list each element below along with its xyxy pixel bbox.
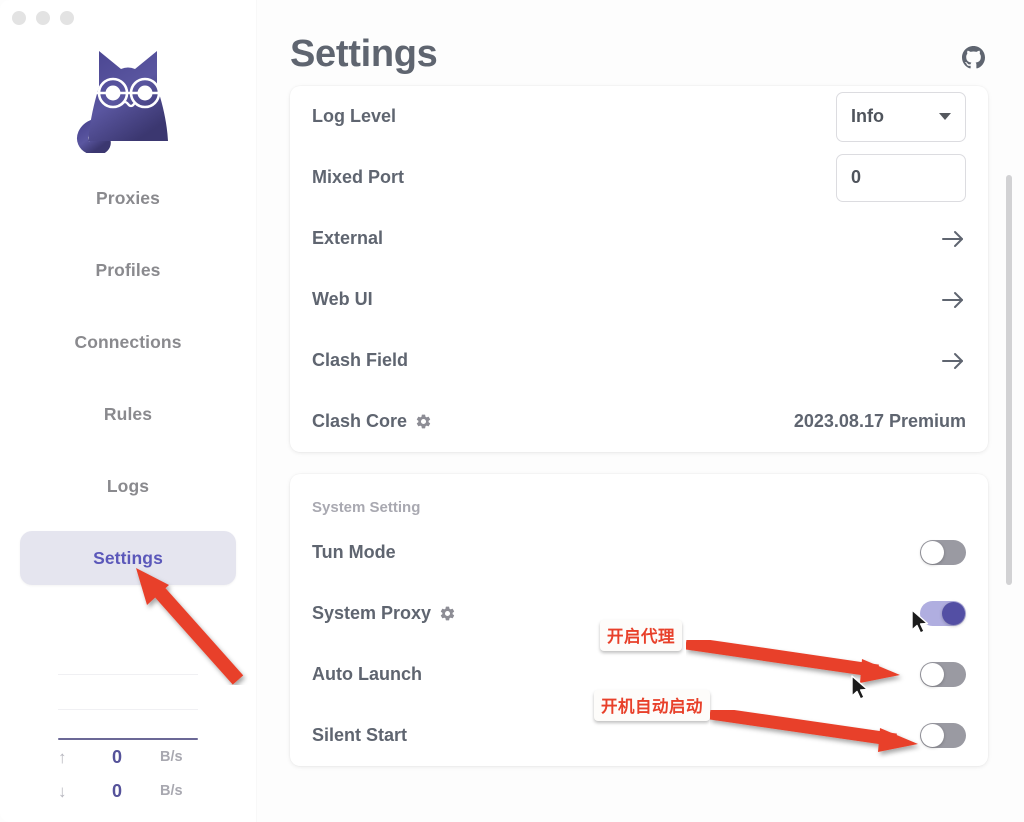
sidebar-item-rules[interactable]: Rules <box>20 387 236 441</box>
clash-setting-card: Log Level Info Mixed Port 0 External Web… <box>290 86 988 452</box>
arrow-right-icon[interactable] <box>940 350 966 372</box>
setting-label: Web UI <box>312 289 373 309</box>
setting-row-system-proxy[interactable]: System Proxy <box>312 583 966 644</box>
download-arrow-icon: ↓ <box>58 781 67 801</box>
setting-row-tun-mode[interactable]: Tun Mode <box>312 522 966 583</box>
sidebar-item-label: Settings <box>93 547 163 568</box>
gear-icon[interactable] <box>439 605 456 622</box>
sidebar: Proxies Profiles Connections Rules Logs … <box>0 0 256 822</box>
download-speed-value: 0 <box>111 780 122 801</box>
gear-icon[interactable] <box>415 413 432 430</box>
toggle-knob <box>921 663 944 686</box>
chevron-down-icon <box>939 113 951 120</box>
mixed-port-value: 0 <box>851 167 862 187</box>
sidebar-item-label: Rules <box>103 403 153 424</box>
cat-logo-icon <box>77 51 168 153</box>
toggle-knob <box>921 724 944 747</box>
gear-glyph <box>440 606 455 621</box>
setting-label: Log Level <box>312 106 397 126</box>
setting-label: Clash Field <box>312 350 409 370</box>
setting-label: Silent Start <box>312 725 408 745</box>
window-minimize-button[interactable] <box>36 11 50 25</box>
setting-label: Tun Mode <box>312 542 396 562</box>
system-setting-section-label: System Setting <box>312 498 421 516</box>
github-icon[interactable] <box>958 42 988 72</box>
arrow-right-icon[interactable] <box>940 228 966 250</box>
arrow-right-glyph <box>942 291 963 308</box>
log-level-value: Info <box>851 106 884 126</box>
upload-speed-value: 0 <box>111 746 122 767</box>
traffic-panel: ↑ 0 B/s ↓ 0 B/s <box>0 644 256 822</box>
setting-label: Clash Core <box>312 411 432 432</box>
page-title: Settings <box>290 33 438 75</box>
sidebar-item-logs[interactable]: Logs <box>20 459 236 513</box>
arrow-right-icon[interactable] <box>940 289 966 311</box>
download-speed-unit: B/s <box>160 783 183 799</box>
toggle-knob <box>942 602 965 625</box>
main-content: Settings Log Level Info Mixed Port 0 Ext… <box>256 0 1024 822</box>
upload-speed-row: ↑ 0 B/s <box>0 740 256 774</box>
sidebar-item-profiles[interactable]: Profiles <box>20 243 236 297</box>
setting-label: System Proxy <box>312 603 456 624</box>
setting-label: External <box>312 228 384 248</box>
auto-launch-toggle[interactable] <box>920 662 966 687</box>
chart-gridline <box>58 709 198 710</box>
upload-speed-unit: B/s <box>160 749 183 765</box>
sidebar-item-label: Connections <box>74 331 182 352</box>
window-close-button[interactable] <box>12 11 26 25</box>
arrow-right-glyph <box>942 230 963 247</box>
download-speed-row: ↓ 0 B/s <box>0 774 256 808</box>
sidebar-item-proxies[interactable]: Proxies <box>20 171 236 225</box>
setting-row-external[interactable]: External <box>312 208 966 269</box>
chart-gridline <box>58 674 198 675</box>
sidebar-item-connections[interactable]: Connections <box>20 315 236 369</box>
github-mark-icon <box>961 45 985 68</box>
traffic-chart <box>58 644 198 740</box>
arrow-right-glyph <box>942 352 963 369</box>
clash-core-version: 2023.08.17 Premium <box>793 411 966 431</box>
setting-row-mixed-port[interactable]: Mixed Port 0 <box>312 147 966 208</box>
app-logo <box>0 28 256 156</box>
app-window: Proxies Profiles Connections Rules Logs … <box>0 0 1024 822</box>
silent-start-toggle[interactable] <box>920 723 966 748</box>
setting-row-silent-start[interactable]: Silent Start <box>312 705 966 766</box>
setting-row-web-ui[interactable]: Web UI <box>312 269 966 330</box>
sidebar-nav: Proxies Profiles Connections Rules Logs … <box>0 162 256 594</box>
toggle-knob <box>921 541 944 564</box>
window-controls <box>12 11 74 25</box>
vertical-scrollbar[interactable] <box>1006 175 1012 585</box>
title-bar: Settings <box>290 0 988 86</box>
gear-glyph <box>416 414 431 429</box>
setting-row-clash-core[interactable]: Clash Core 2023.08.17 Premium <box>312 391 966 452</box>
sidebar-item-label: Profiles <box>95 259 161 280</box>
setting-label: Auto Launch <box>312 664 422 684</box>
chart-baseline <box>58 738 198 740</box>
sidebar-item-label: Logs <box>106 475 150 496</box>
setting-row-auto-launch[interactable]: Auto Launch <box>312 644 966 705</box>
sidebar-item-label: Proxies <box>96 187 160 208</box>
window-maximize-button[interactable] <box>60 11 74 25</box>
setting-row-clash-field[interactable]: Clash Field <box>312 330 966 391</box>
setting-label: Mixed Port <box>312 167 405 187</box>
log-level-select[interactable]: Info <box>836 91 966 142</box>
system-setting-card: System Setting Tun Mode System Proxy Aut… <box>290 474 988 766</box>
upload-arrow-icon: ↑ <box>58 747 67 767</box>
setting-row-log-level[interactable]: Log Level Info <box>312 86 966 147</box>
mixed-port-input[interactable]: 0 <box>836 153 966 202</box>
setting-label-text: System Proxy <box>312 603 432 623</box>
sidebar-item-settings[interactable]: Settings <box>20 531 236 585</box>
setting-label-text: Clash Core <box>312 411 408 431</box>
system-proxy-toggle[interactable] <box>920 601 966 626</box>
tun-mode-toggle[interactable] <box>920 540 966 565</box>
